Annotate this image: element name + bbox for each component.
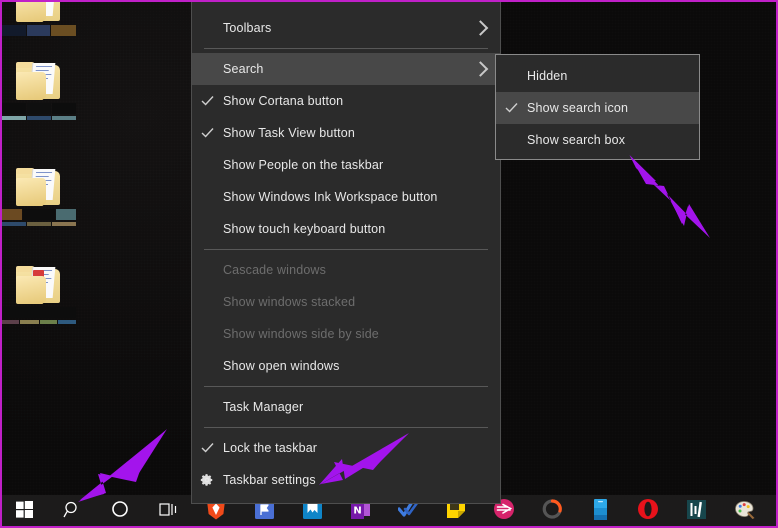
checkmark-icon [505, 102, 518, 115]
menu-item-label: Search [223, 62, 264, 76]
taskbar-item-loader-app[interactable] [528, 495, 576, 528]
audio-bars-icon [686, 499, 706, 524]
taskbar-item-paint[interactable] [720, 495, 768, 528]
menu-item-show-cortana-button[interactable]: Show Cortana button [192, 85, 500, 117]
taskbar-item-phone-app[interactable] [576, 495, 624, 528]
gear-icon [200, 473, 214, 487]
svg-text:N: N [353, 505, 361, 516]
menu-item-show-people-on-the-taskbar[interactable]: Show People on the taskbar [192, 149, 500, 181]
paint-palette-icon [734, 500, 755, 524]
folder-icon [16, 62, 62, 100]
search-icon [62, 500, 82, 524]
desktop-folder-3[interactable] [2, 168, 76, 226]
menu-item-search[interactable]: Search [192, 53, 500, 85]
cortana-icon [111, 500, 129, 523]
opera-icon [638, 499, 658, 524]
menu-item-taskbar-settings[interactable]: Taskbar settings [192, 464, 500, 496]
menu-item-label: Toolbars [223, 21, 272, 35]
menu-item-show-open-windows[interactable]: Show open windows [192, 350, 500, 382]
taskbar-item-search[interactable] [48, 495, 96, 528]
submenu-item-label: Show search box [527, 133, 626, 147]
taskbar-item-audio-bars[interactable] [672, 495, 720, 528]
phone-app-icon [593, 498, 607, 525]
desktop-icon-label-underline [2, 222, 76, 226]
desktop-icon-label [2, 307, 76, 318]
taskbar-item-start[interactable] [0, 495, 48, 528]
desktop-folder-2[interactable] [2, 62, 76, 120]
menu-item-label: Show windows stacked [223, 295, 356, 309]
menu-item-show-touch-keyboard-button[interactable]: Show touch keyboard button [192, 213, 500, 245]
taskbar-item-cortana[interactable] [96, 495, 144, 528]
menu-separator [204, 427, 488, 428]
menu-item-cascade-windows: Cascade windows [192, 254, 500, 286]
folder-icon [16, 266, 62, 304]
checkmark-icon [201, 442, 214, 455]
submenu-item-label: Hidden [527, 69, 568, 83]
folder-icon [16, 168, 62, 206]
menu-item-label: Show Cortana button [223, 94, 344, 108]
menu-item-show-windows-side-by-side: Show windows side by side [192, 318, 500, 350]
menu-item-show-task-view-button[interactable]: Show Task View button [192, 117, 500, 149]
submenu-item-show-search-box[interactable]: Show search box [496, 124, 699, 156]
desktop-icon-label-underline [2, 320, 76, 324]
desktop-icon-label [2, 25, 77, 36]
desktop-folder-4[interactable] [2, 266, 76, 324]
blue-check-icon [397, 500, 419, 522]
menu-separator [204, 48, 488, 49]
menu-item-label: Show Windows Ink Workspace button [223, 190, 438, 204]
folder-icon [16, 0, 62, 22]
menu-item-label: Task Manager [223, 400, 304, 414]
desktop-icon-label [2, 103, 76, 114]
menu-item-task-manager[interactable]: Task Manager [192, 391, 500, 423]
menu-item-toolbars[interactable]: Toolbars [192, 12, 500, 44]
menu-item-show-windows-ink-workspace-button[interactable]: Show Windows Ink Workspace button [192, 181, 500, 213]
taskbar-context-menu[interactable]: Toolbars Search Show Cortana button Show… [191, 0, 501, 504]
checkmark-icon [201, 127, 214, 140]
menu-item-label: Cascade windows [223, 263, 326, 277]
menu-item-label: Taskbar settings [223, 473, 316, 487]
checkmark-icon [201, 95, 214, 108]
menu-item-show-windows-stacked: Show windows stacked [192, 286, 500, 318]
menu-item-label: Show windows side by side [223, 327, 379, 341]
search-submenu[interactable]: Hidden Show search icon Show search box [495, 54, 700, 160]
menu-separator [204, 249, 488, 250]
submenu-item-show-search-icon[interactable]: Show search icon [496, 92, 699, 124]
desktop-icon-label [2, 209, 76, 220]
taskbar-item-opera[interactable] [624, 495, 672, 528]
submenu-item-hidden[interactable]: Hidden [496, 60, 699, 92]
desktop-icon-label-underline [2, 116, 76, 120]
menu-item-label: Lock the taskbar [223, 441, 318, 455]
task-view-icon [158, 501, 178, 523]
menu-item-label: Show Task View button [223, 126, 355, 140]
taskbar-item-task-view[interactable] [144, 495, 192, 528]
windows-start-icon [15, 500, 33, 523]
desktop-folder-1[interactable] [2, 0, 77, 36]
submenu-item-label: Show search icon [527, 101, 629, 115]
menu-item-lock-the-taskbar[interactable]: Lock the taskbar [192, 432, 500, 464]
menu-item-label: Show People on the taskbar [223, 158, 384, 172]
menu-item-label: Show touch keyboard button [223, 222, 386, 236]
gray-orange-loader-icon [542, 499, 563, 524]
menu-item-label: Show open windows [223, 359, 340, 373]
menu-separator [204, 386, 488, 387]
chevron-right-icon [472, 20, 489, 36]
chevron-right-icon [472, 61, 489, 77]
